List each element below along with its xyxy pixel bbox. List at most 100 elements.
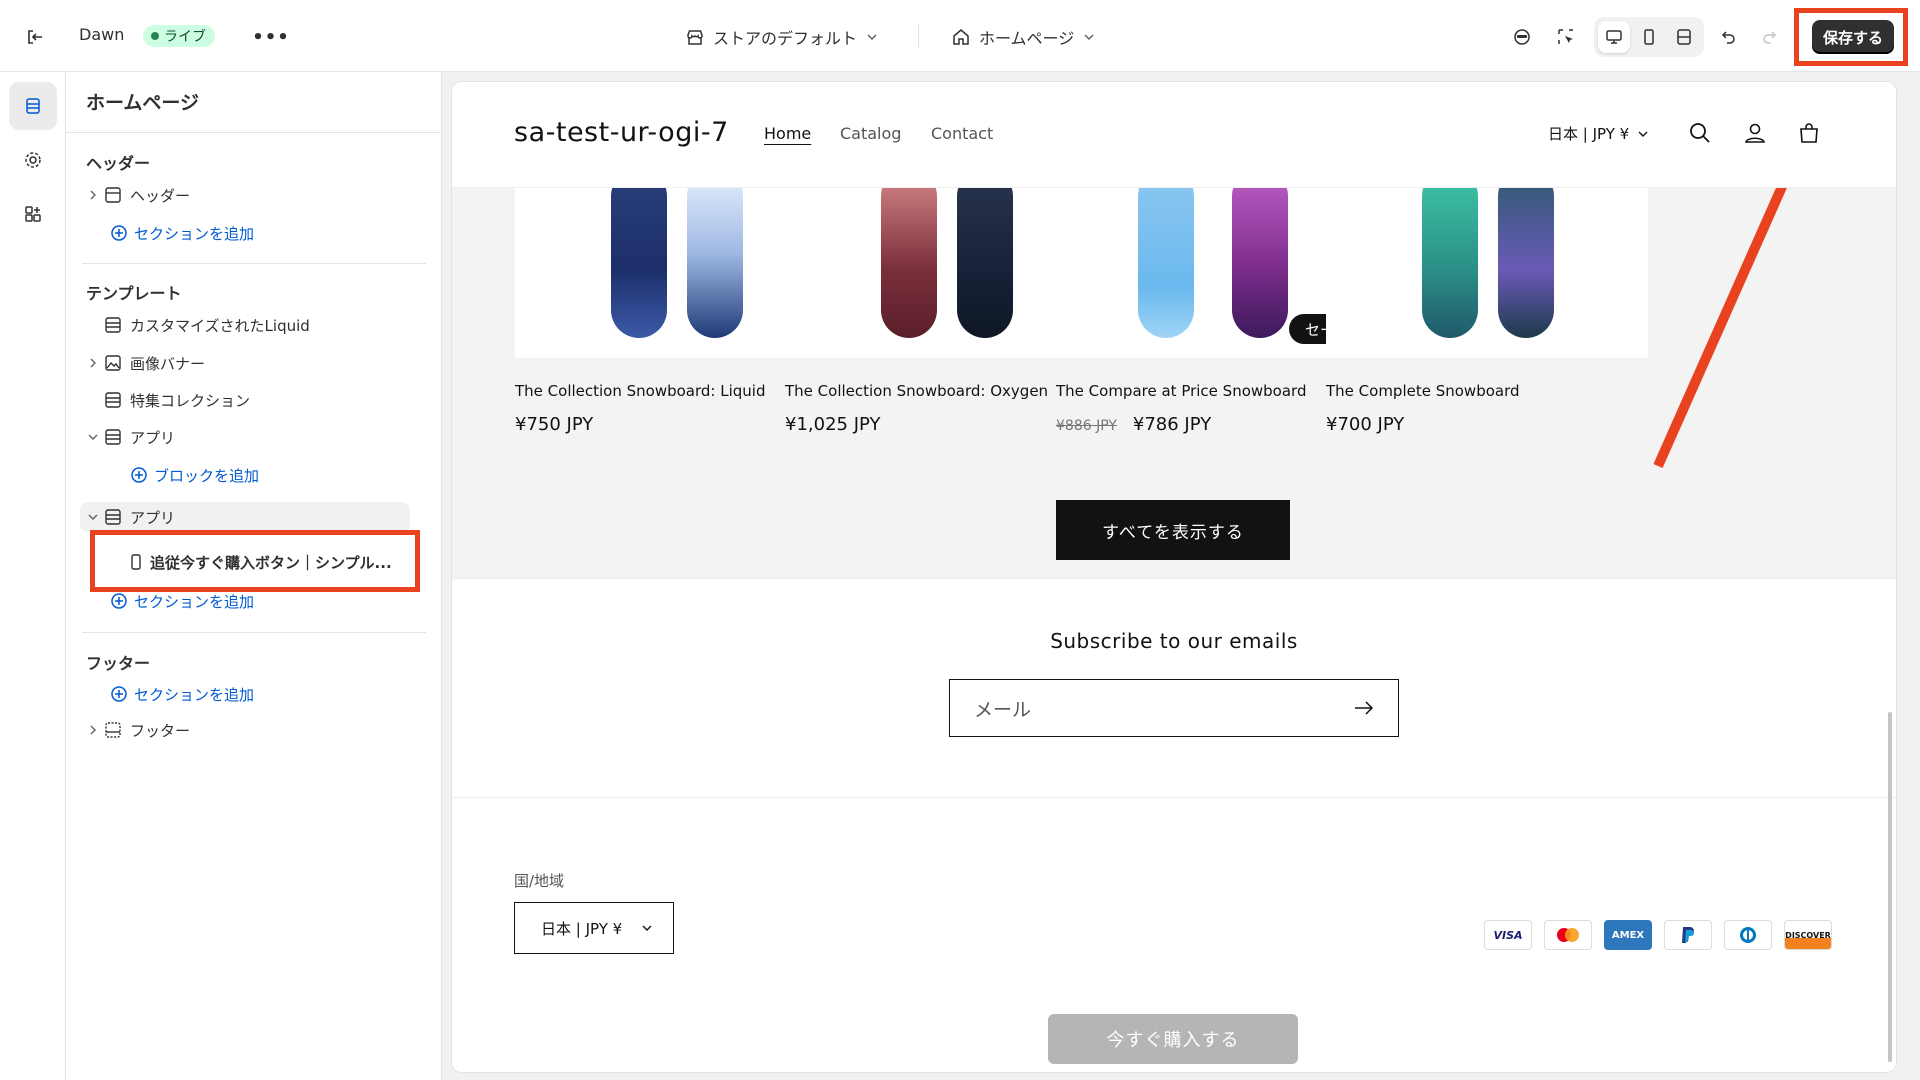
- store-header: sa-test-ur-ogi-7 Home Catalog Contact 日本…: [452, 82, 1896, 188]
- divider: [82, 632, 426, 633]
- mobile-block-icon: [131, 554, 141, 570]
- price-value: ¥750 JPY: [515, 414, 594, 435]
- more-actions-button[interactable]: •••: [252, 22, 289, 52]
- product-title[interactable]: The Complete Snowboard: [1326, 382, 1648, 400]
- chevron-right-icon[interactable]: [84, 357, 102, 369]
- compare-at-price: ¥886 JPY: [1056, 418, 1117, 434]
- exit-icon[interactable]: [20, 22, 50, 52]
- apps-icon[interactable]: [9, 190, 57, 238]
- add-section-button[interactable]: セクションを追加: [110, 681, 254, 707]
- page-selector[interactable]: ホームページ: [951, 22, 1096, 52]
- tree-item-featured-collection[interactable]: 特集コレクション: [84, 385, 250, 415]
- header-group-title: ヘッダー: [86, 154, 151, 173]
- country-value: 日本 | JPY ¥: [541, 919, 623, 938]
- chevron-down-icon: [1084, 34, 1094, 41]
- home-icon: [953, 29, 969, 45]
- sections-icon[interactable]: [9, 82, 57, 130]
- tree-item-header[interactable]: ヘッダー: [84, 180, 190, 210]
- arrow-right-icon[interactable]: [1354, 701, 1374, 715]
- diners-payment-icon: [1724, 920, 1772, 950]
- email-input[interactable]: メール: [949, 679, 1399, 737]
- add-section-button[interactable]: セクションを追加: [110, 220, 254, 246]
- header-section-icon: [102, 186, 124, 204]
- store-logo[interactable]: sa-test-ur-ogi-7: [514, 117, 729, 148]
- divider: [82, 263, 426, 264]
- panel-title: ホームページ: [86, 92, 200, 114]
- undo-icon[interactable]: [1713, 21, 1745, 53]
- tree-item-app-1[interactable]: アプリ: [84, 422, 175, 452]
- amex-payment-icon: AMEX: [1604, 920, 1652, 950]
- top-bar: Dawn ライブ ••• ストアのデフォルト ホームページ 保存する: [0, 0, 1920, 72]
- desktop-view-icon[interactable]: [1598, 21, 1630, 53]
- nav-catalog[interactable]: Catalog: [840, 124, 901, 143]
- visa-payment-icon: VISA: [1484, 920, 1532, 950]
- sidekick-icon[interactable]: [1506, 21, 1538, 53]
- plus-circle-icon: [111, 225, 127, 241]
- add-section-label: セクションを追加: [134, 224, 255, 243]
- scrollbar[interactable]: [1888, 712, 1892, 1062]
- store-footer: 国/地域 日本 | JPY ¥ VISA AMEX DISCOVER 今すぐ購入…: [452, 798, 1896, 1072]
- store-icon: [687, 30, 703, 45]
- search-icon[interactable]: [1685, 118, 1715, 148]
- snowboard-image: [611, 188, 667, 338]
- mobile-view-icon[interactable]: [1633, 21, 1665, 53]
- locale-label: 日本 | JPY ¥: [1548, 125, 1630, 143]
- chevron-right-icon[interactable]: [84, 724, 102, 736]
- country-selector[interactable]: 日本 | JPY ¥: [514, 902, 674, 954]
- save-button[interactable]: 保存する: [1812, 20, 1894, 54]
- view-all-button[interactable]: すべてを表示する: [1056, 500, 1290, 560]
- buy-now-button[interactable]: 今すぐ購入する: [1048, 1014, 1298, 1064]
- chevron-down-icon: [1638, 131, 1648, 137]
- page-selector-label: ホームページ: [979, 29, 1075, 48]
- store-preview: sa-test-ur-ogi-7 Home Catalog Contact 日本…: [452, 82, 1896, 1072]
- product-price: ¥700 JPY: [1326, 414, 1648, 435]
- chevron-down-icon: [642, 925, 652, 931]
- price-value: ¥1,025 JPY: [785, 414, 881, 435]
- locale-selector[interactable]: 日本 | JPY ¥: [1548, 123, 1649, 144]
- tree-item-label: 特集コレクション: [130, 391, 251, 410]
- snowboard-image: [1498, 188, 1554, 338]
- email-placeholder: メール: [974, 698, 1032, 721]
- add-section-label: セクションを追加: [134, 592, 255, 611]
- full-width-view-icon[interactable]: [1668, 21, 1700, 53]
- cart-icon[interactable]: [1794, 118, 1824, 148]
- redo-icon[interactable]: [1753, 21, 1785, 53]
- section-icon: [102, 508, 124, 526]
- chevron-right-icon[interactable]: [84, 189, 102, 201]
- snowboard-image: [1232, 188, 1288, 338]
- tree-item-label: フッター: [130, 721, 191, 740]
- tree-item-app-2[interactable]: アプリ: [80, 502, 410, 532]
- template-group-title: テンプレート: [86, 284, 182, 303]
- tree-item-app-block[interactable]: 追従今すぐ購入ボタン｜シンプル...: [100, 546, 410, 578]
- tree-item-custom-liquid[interactable]: カスタマイズされたLiquid: [84, 310, 310, 340]
- live-dot-icon: [151, 32, 159, 40]
- tree-item-footer[interactable]: フッター: [84, 715, 190, 745]
- live-status-badge: ライブ: [143, 25, 215, 47]
- snowboard-image: [881, 188, 937, 338]
- add-block-button[interactable]: ブロックを追加: [130, 462, 259, 488]
- plus-circle-icon: [131, 467, 147, 483]
- discover-payment-icon: DISCOVER: [1784, 920, 1832, 950]
- tree-item-label: アプリ: [130, 428, 176, 447]
- snowboard-image: [1422, 188, 1478, 338]
- nav-contact[interactable]: Contact: [931, 124, 993, 143]
- store-selector-label: ストアのデフォルト: [713, 29, 858, 48]
- chevron-down-icon[interactable]: [84, 431, 102, 443]
- live-badge-label: ライブ: [164, 29, 206, 45]
- product-card[interactable]: The Complete Snowboard ¥700 JPY: [1326, 188, 1648, 435]
- tree-item-label: 画像バナー: [130, 354, 206, 373]
- nav-home[interactable]: Home: [764, 124, 811, 143]
- paypal-payment-icon: [1664, 920, 1712, 950]
- add-section-label: セクションを追加: [134, 685, 255, 704]
- divider: [66, 132, 442, 133]
- tree-item-image-banner[interactable]: 画像バナー: [84, 348, 205, 378]
- chevron-down-icon[interactable]: [84, 511, 102, 523]
- tree-item-label: アプリ: [130, 508, 176, 527]
- icon-rail: [0, 72, 66, 1080]
- snowboard-image: [957, 188, 1013, 338]
- gear-icon[interactable]: [9, 136, 57, 184]
- plus-circle-icon: [111, 593, 127, 609]
- store-context-selector[interactable]: ストアのデフォルト: [685, 22, 879, 52]
- account-icon[interactable]: [1740, 118, 1770, 148]
- inspector-icon[interactable]: [1550, 21, 1582, 53]
